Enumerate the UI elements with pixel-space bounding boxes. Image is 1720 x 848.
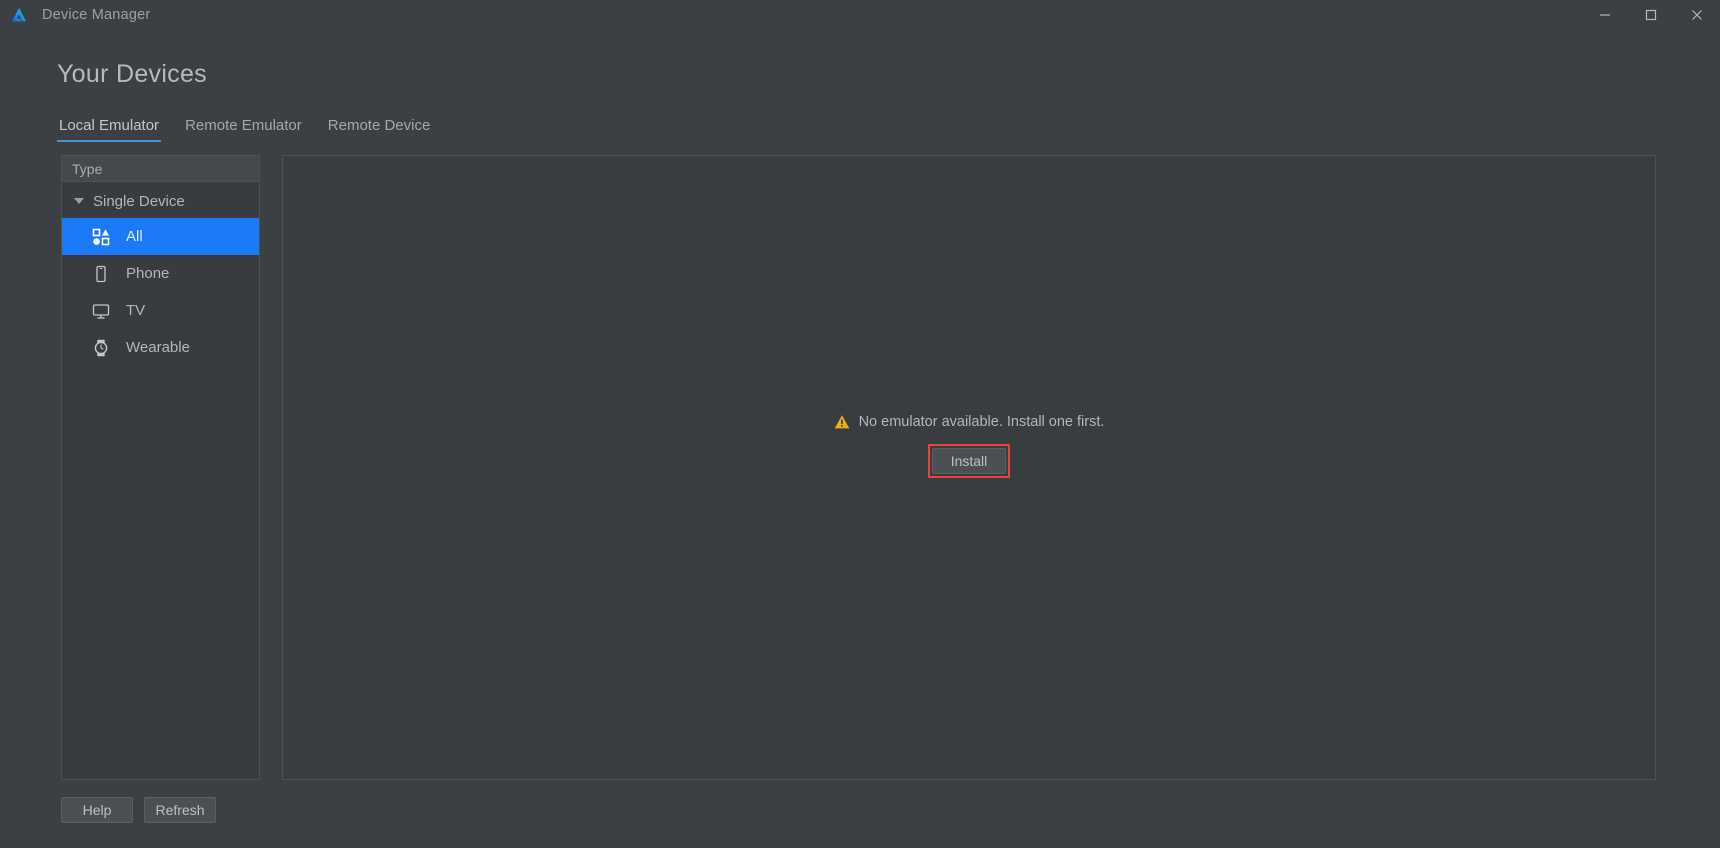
chevron-down-icon [74, 198, 84, 204]
window-controls [1582, 0, 1720, 30]
sidebar-item-label: TV [126, 302, 146, 319]
sidebar-item-label: All [126, 228, 143, 245]
tab-remote-device[interactable]: Remote Device [326, 117, 433, 142]
minimize-icon [1600, 14, 1610, 16]
sidebar-item-phone[interactable]: Phone [62, 255, 259, 292]
sidebar-group-label: Single Device [93, 192, 185, 210]
empty-state-message-row: No emulator available. Install one first… [834, 414, 1105, 430]
sidebar-item-label: Phone [126, 265, 170, 282]
phone-icon [91, 264, 111, 284]
device-list-panel: No emulator available. Install one first… [282, 155, 1656, 780]
tv-icon [91, 301, 111, 321]
device-type-sidebar: Type Single Device All Phone TV Wearable [61, 155, 260, 780]
empty-state: No emulator available. Install one first… [283, 414, 1655, 478]
help-button[interactable]: Help [61, 797, 133, 823]
minimize-button[interactable] [1582, 0, 1628, 30]
close-button[interactable] [1674, 0, 1720, 30]
device-manager-logo-icon [11, 7, 27, 22]
watch-icon [91, 338, 111, 358]
title-bar: Device Manager [0, 0, 1720, 30]
refresh-button[interactable]: Refresh [144, 797, 216, 823]
tab-local-emulator[interactable]: Local Emulator [57, 117, 162, 142]
window-title: Device Manager [42, 7, 151, 23]
warning-triangle-icon [834, 415, 849, 429]
maximize-button[interactable] [1628, 0, 1674, 30]
install-button[interactable]: Install [931, 448, 1007, 474]
footer-button-bar: Help Refresh [61, 797, 216, 823]
tab-bar: Local Emulator Remote Emulator Remote De… [57, 117, 432, 142]
sidebar-item-label: Wearable [126, 339, 190, 356]
install-button-highlight: Install [927, 444, 1011, 478]
tab-remote-emulator[interactable]: Remote Emulator [183, 117, 304, 142]
maximize-icon [1645, 9, 1657, 21]
page-title: Your Devices [57, 60, 207, 88]
empty-state-message: No emulator available. Install one first… [858, 414, 1105, 430]
close-icon [1692, 10, 1702, 20]
sidebar-list: Single Device All Phone TV Wearable [62, 182, 259, 779]
sidebar-group-single-device[interactable]: Single Device [62, 184, 259, 218]
sidebar-item-all[interactable]: All [62, 218, 259, 255]
sidebar-item-tv[interactable]: TV [62, 292, 259, 329]
sidebar-item-wearable[interactable]: Wearable [62, 329, 259, 366]
sidebar-header: Type [62, 156, 259, 182]
grid-shapes-icon [91, 227, 111, 247]
